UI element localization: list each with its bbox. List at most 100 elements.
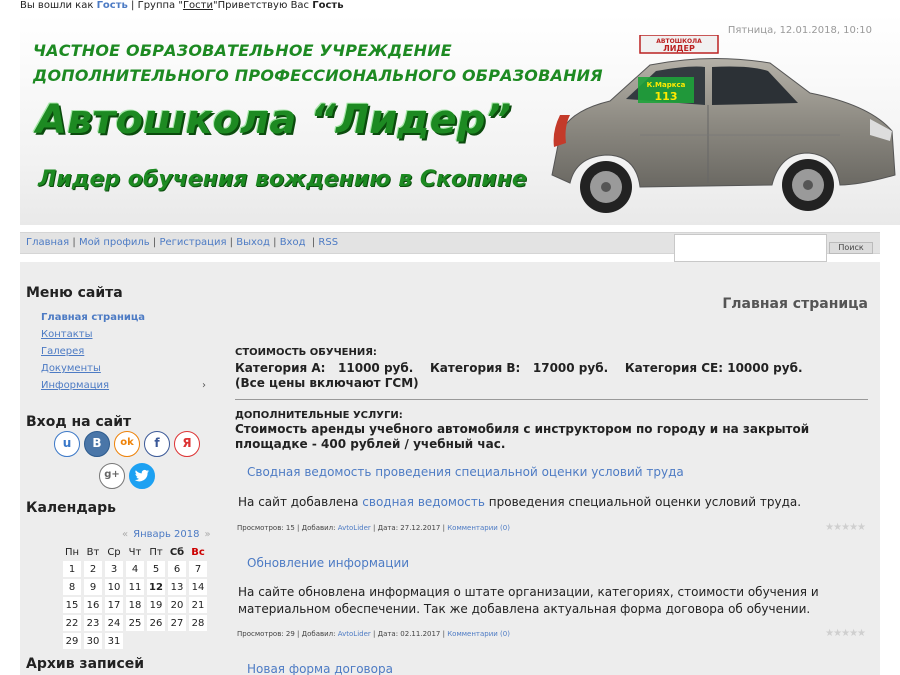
twitter-icon[interactable]: [129, 463, 155, 489]
calendar-empty-cell: [126, 633, 144, 649]
weekday-sunday: Вс: [191, 546, 205, 558]
calendar-next[interactable]: »: [205, 529, 211, 540]
odnoklassniki-icon[interactable]: ok: [114, 431, 140, 457]
group-sep: | Группа ": [131, 0, 183, 11]
extra-services-text: Стоимость аренды учебного автомобиля с и…: [235, 422, 810, 451]
menu-item-info-row[interactable]: Информация ›: [41, 379, 206, 396]
calendar-day[interactable]: 31: [105, 633, 123, 649]
weekday: Чт: [128, 546, 142, 558]
post-body: На сайт добавлена сводная ведомость пров…: [238, 494, 858, 511]
nav-register[interactable]: Регистрация: [159, 237, 226, 248]
calendar-day[interactable]: 7: [189, 561, 207, 577]
calendar-week: 1234567: [63, 561, 207, 577]
post-meta: Просмотров: 29 | Добавил: AvtoLider | Да…: [237, 630, 510, 638]
menu-item-gallery[interactable]: Галерея: [41, 345, 206, 362]
submenu-arrow-icon: ›: [202, 380, 206, 391]
window-number: 113: [655, 90, 678, 103]
calendar-day[interactable]: 8: [63, 579, 81, 595]
weekday: Ср: [107, 546, 121, 558]
search-button[interactable]: Поиск: [829, 242, 873, 254]
menu-item-info[interactable]: Информация: [41, 380, 109, 391]
divider: [235, 399, 868, 400]
calendar-day[interactable]: 4: [126, 561, 144, 577]
user-link[interactable]: Гость: [97, 0, 128, 11]
calendar-day[interactable]: 10: [105, 579, 123, 595]
calendar-day[interactable]: 13: [168, 579, 186, 595]
calendar-header: « Январь 2018 »: [117, 529, 216, 540]
post-body-link[interactable]: сводная ведомость: [362, 495, 485, 509]
roof-sign: АВТОШКОЛА ЛИДЕР: [639, 35, 719, 54]
calendar-day[interactable]: 24: [105, 615, 123, 631]
calendar-day[interactable]: 18: [126, 597, 144, 613]
calendar-day[interactable]: 1: [63, 561, 81, 577]
nav-profile[interactable]: Мой профиль: [79, 237, 150, 248]
calendar-day[interactable]: 12: [147, 579, 165, 595]
facebook-icon[interactable]: f: [144, 431, 170, 457]
calendar-day[interactable]: 15: [63, 597, 81, 613]
calendar-day[interactable]: 25: [126, 615, 144, 631]
calendar-day[interactable]: 23: [84, 615, 102, 631]
menu-item-documents[interactable]: Документы: [41, 362, 206, 379]
nav-logout[interactable]: Выход: [236, 237, 270, 248]
calendar-day[interactable]: 14: [189, 579, 207, 595]
post-added: Добавил:: [301, 524, 336, 532]
nav-home[interactable]: Главная: [26, 237, 69, 248]
weekday: Вт: [86, 546, 100, 558]
nav-rss[interactable]: RSS: [318, 237, 338, 248]
page-title: Главная страница: [722, 296, 868, 312]
yandex-icon[interactable]: Я: [174, 431, 200, 457]
post-title-link[interactable]: Новая форма договора: [247, 662, 393, 675]
weekday-saturday: Сб: [169, 546, 185, 558]
calendar-day[interactable]: 26: [147, 615, 165, 631]
post-comments-link[interactable]: Комментарии (0): [447, 630, 510, 638]
vk-icon[interactable]: B: [84, 431, 110, 457]
calendar-day[interactable]: 28: [189, 615, 207, 631]
calendar-month[interactable]: Январь 2018: [133, 529, 199, 540]
post-author-link[interactable]: AvtoLider: [338, 630, 371, 638]
sidebar: Меню сайта Главная страница Контакты Гал…: [26, 285, 206, 430]
post-title-link[interactable]: Сводная ведомость проведения специальной…: [247, 465, 684, 479]
post-title-link[interactable]: Обновление информации: [247, 556, 409, 570]
rating-stars[interactable]: ★★★★★: [825, 628, 866, 639]
search-input[interactable]: [674, 234, 827, 262]
calendar-day[interactable]: 30: [84, 633, 102, 649]
rating-stars[interactable]: ★★★★★: [825, 522, 866, 533]
calendar-day[interactable]: 3: [105, 561, 123, 577]
post-meta: Просмотров: 15 | Добавил: AvtoLider | Да…: [237, 524, 510, 532]
calendar-day[interactable]: 11: [126, 579, 144, 595]
post-author-link[interactable]: AvtoLider: [338, 524, 371, 532]
calendar-empty-cell: [147, 633, 165, 649]
menu-item-contacts[interactable]: Контакты: [41, 328, 206, 345]
calendar-week: 8 9 10 11 12 13 14: [63, 579, 207, 595]
site-slogan: Лидер обучения вождению в Скопине: [38, 167, 527, 192]
calendar-day[interactable]: 9: [84, 579, 102, 595]
group-link[interactable]: Гости: [183, 0, 213, 11]
calendar-week: 29 30 31: [63, 633, 207, 649]
header-line-2: ДОПОЛНИТЕЛЬНОГО ПРОФЕССИОНАЛЬНОГО ОБРАЗО…: [33, 66, 603, 85]
ucoz-icon[interactable]: u: [54, 431, 80, 457]
nav-login[interactable]: Вход: [280, 237, 306, 248]
calendar-title: Календарь: [26, 500, 116, 516]
post-comments-link[interactable]: Комментарии (0): [447, 524, 510, 532]
header-line-1: ЧАСТНОЕ ОБРАЗОВАТЕЛЬНОЕ УЧРЕЖДЕНИЕ: [33, 41, 452, 60]
calendar-day[interactable]: 2: [84, 561, 102, 577]
post-views: Просмотров: 29: [237, 630, 295, 638]
calendar-day[interactable]: 21: [189, 597, 207, 613]
calendar-day[interactable]: 20: [168, 597, 186, 613]
calendar-day[interactable]: 5: [147, 561, 165, 577]
site-menu: Главная страница Контакты Галерея Докуме…: [41, 311, 206, 396]
calendar-prev[interactable]: «: [122, 529, 128, 540]
google-plus-icon[interactable]: g+: [99, 463, 125, 489]
calendar-day[interactable]: 29: [63, 633, 81, 649]
archive-title: Архив записей: [26, 656, 145, 672]
roof-sign-big: ЛИДЕР: [663, 44, 695, 53]
calendar-day[interactable]: 17: [105, 597, 123, 613]
calendar-day[interactable]: 16: [84, 597, 102, 613]
calendar-day[interactable]: 19: [147, 597, 165, 613]
site-title: Автошкола “Лидер”: [36, 97, 512, 143]
calendar-day[interactable]: 6: [168, 561, 186, 577]
menu-item-home[interactable]: Главная страница: [41, 311, 206, 328]
calendar-day[interactable]: 22: [63, 615, 81, 631]
calendar-day[interactable]: 27: [168, 615, 186, 631]
site-header: Пятница, 12.01.2018, 10:10 ЧАСТНОЕ ОБРАЗ…: [20, 15, 900, 225]
